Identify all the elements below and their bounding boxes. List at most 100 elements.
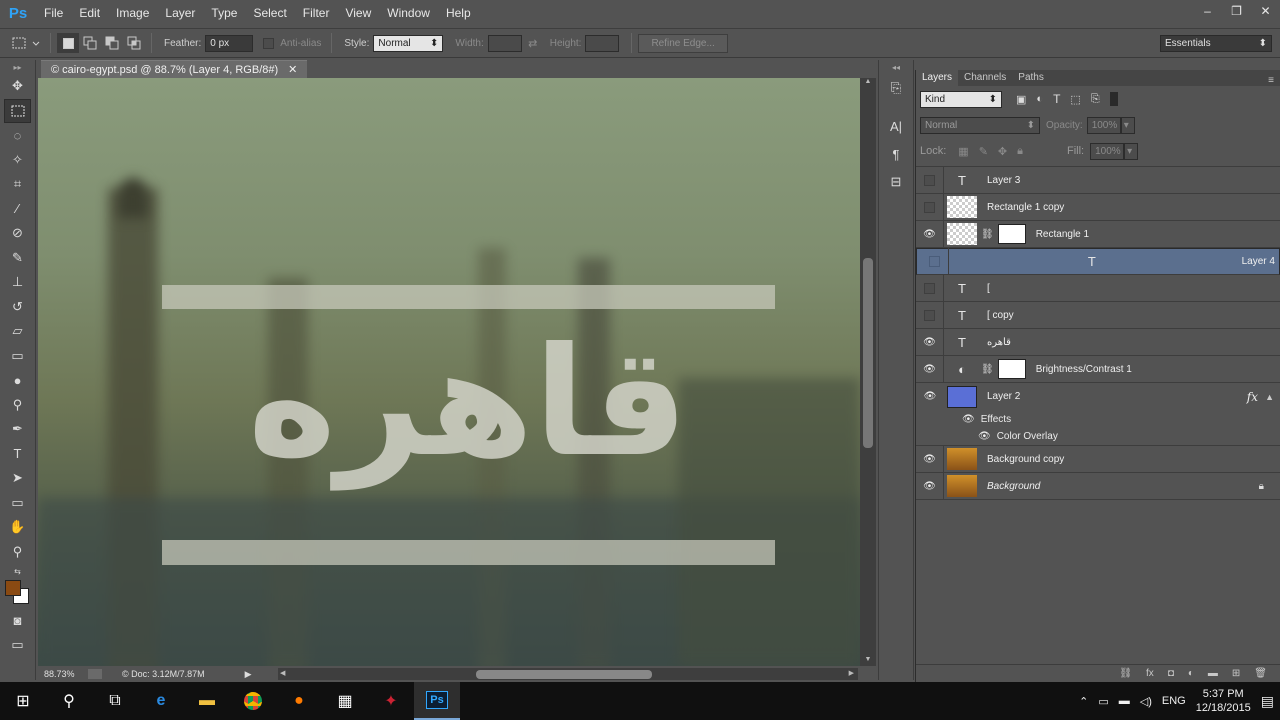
visibility-toggle[interactable]: 👁︎ (916, 220, 944, 248)
panel-menu-icon[interactable]: ≡ (1268, 75, 1274, 86)
photoshop-taskbar-icon[interactable]: Ps (414, 682, 460, 720)
intersect-selection-button[interactable] (123, 33, 145, 53)
zoom-tool-icon[interactable]: ⚲ (0, 540, 35, 565)
notifications-icon[interactable]: ▤ (1261, 693, 1274, 710)
layer-row[interactable]: Rectangle 1 copy (916, 193, 1280, 221)
menu-layer[interactable]: Layer (157, 0, 203, 26)
horizontal-scroll-thumb[interactable] (476, 670, 652, 679)
quick-mask-icon[interactable]: ◙ (0, 608, 35, 633)
horizontal-scrollbar[interactable]: ◀ ▶ (278, 668, 858, 680)
layer-row[interactable]: 👁︎ ⛓︎ Rectangle 1 (916, 220, 1280, 248)
style-select[interactable]: Normal ⬍ (373, 34, 444, 52)
file-explorer-icon[interactable]: ▬ (184, 682, 230, 720)
swap-colors-icon[interactable]: ⇆ (0, 564, 35, 578)
pixel-filter-icon[interactable]: ▣ (1016, 93, 1026, 106)
subtract-selection-button[interactable] (101, 33, 123, 53)
visibility-toggle[interactable]: 👁︎ (916, 328, 944, 356)
color-overlay-row[interactable]: 👁︎ Color Overlay (916, 428, 1280, 446)
search-icon[interactable]: ⚲ (46, 682, 92, 720)
visibility-toggle[interactable] (916, 166, 944, 194)
zoom-level[interactable]: 88.73% (44, 669, 88, 679)
mask-thumbnail[interactable] (997, 224, 1026, 244)
lock-icon[interactable]: 🔒︎ (1259, 481, 1264, 492)
expand-dock-icon[interactable]: ◂◂ (879, 60, 913, 74)
scroll-down-icon[interactable]: ▼ (860, 656, 876, 666)
type-filter-icon[interactable]: T (1053, 92, 1060, 106)
type-tool-icon[interactable]: T (0, 442, 35, 467)
vertical-scrollbar[interactable]: ▲ ▼ (860, 78, 876, 666)
collapse-effects-icon[interactable]: ▲ (1265, 392, 1274, 402)
filter-toggle[interactable] (1109, 92, 1118, 106)
blur-tool-icon[interactable]: ● (0, 368, 35, 393)
menu-file[interactable]: File (36, 0, 71, 26)
layer-row[interactable]: T Layer 3 (916, 166, 1280, 194)
edge-browser-icon[interactable]: e (138, 682, 184, 720)
firefox-icon[interactable]: ● (276, 682, 322, 720)
scroll-right-icon[interactable]: ▶ (849, 669, 854, 677)
visibility-toggle[interactable] (916, 301, 944, 329)
mask-thumbnail[interactable] (997, 359, 1026, 379)
link-layers-icon[interactable]: ⛓︎ (1119, 668, 1132, 679)
tab-paths[interactable]: Paths (1012, 70, 1050, 86)
add-selection-button[interactable] (79, 33, 101, 53)
status-menu-arrow-icon[interactable]: ▶ (245, 669, 252, 680)
adjustment-filter-icon[interactable]: ◐ (1036, 93, 1043, 105)
visibility-toggle[interactable]: 👁︎ (916, 472, 944, 500)
visibility-toggle[interactable]: 👁︎ (916, 445, 944, 473)
close-button[interactable]: ✕ (1251, 0, 1280, 22)
crop-tool-icon[interactable]: ⌗ (0, 172, 35, 197)
width-input[interactable] (487, 34, 522, 52)
clone-stamp-tool-icon[interactable]: ⊥ (0, 270, 35, 295)
marquee-tool-icon[interactable] (4, 98, 31, 123)
rectangle-tool-icon[interactable]: ▭ (0, 491, 35, 516)
visibility-toggle[interactable] (916, 274, 944, 302)
shape-filter-icon[interactable]: ⬚ (1070, 93, 1080, 106)
app-icon[interactable]: ✦ (368, 682, 414, 720)
new-layer-icon[interactable]: ⊞ (1232, 668, 1240, 679)
lock-pixels-icon[interactable]: ✎ (979, 145, 988, 158)
lock-transparent-icon[interactable]: ▦ (958, 145, 968, 158)
eraser-tool-icon[interactable]: ▱ (0, 319, 35, 344)
minimize-button[interactable]: – (1193, 0, 1222, 22)
visibility-toggle[interactable] (916, 193, 944, 221)
battery-icon[interactable]: ▭ (1098, 695, 1108, 708)
layer-row[interactable]: 👁︎ T قاهره (916, 328, 1280, 356)
fx-badge[interactable]: fx (1247, 390, 1258, 404)
scroll-left-icon[interactable]: ◀ (280, 669, 285, 677)
menu-image[interactable]: Image (108, 0, 157, 26)
opacity-dropdown-icon[interactable]: ▾ (1120, 116, 1135, 134)
path-selection-tool-icon[interactable]: ➤ (0, 466, 35, 491)
foreground-color-swatch[interactable] (5, 580, 21, 596)
document-canvas[interactable]: قاهره (38, 78, 860, 666)
new-selection-button[interactable] (57, 33, 79, 53)
visibility-toggle[interactable] (921, 248, 949, 275)
clock[interactable]: 5:37 PM 12/18/2015 (1196, 687, 1251, 715)
layer-row[interactable]: T [ copy (916, 301, 1280, 329)
tool-preset-picker[interactable] (8, 33, 44, 53)
close-tab-icon[interactable]: ✕ (288, 63, 297, 76)
workspace-select[interactable]: Essentials ⬍ (1160, 34, 1272, 52)
lock-all-icon[interactable]: 🔒︎ (1017, 145, 1023, 158)
fill-dropdown-icon[interactable]: ▾ (1124, 142, 1139, 160)
smart-object-filter-icon[interactable]: ⎘ (1091, 93, 1100, 106)
eyedropper-tool-icon[interactable]: ⁄ (0, 197, 35, 222)
add-mask-icon[interactable]: ◘ (1168, 668, 1174, 679)
menu-window[interactable]: Window (379, 0, 438, 26)
dodge-tool-icon[interactable]: ⚲ (0, 393, 35, 418)
character-panel-icon[interactable]: A| (879, 112, 913, 140)
scroll-up-icon[interactable]: ▲ (860, 78, 876, 88)
fill-input[interactable]: 100% (1090, 142, 1125, 160)
screen-mode-icon[interactable]: ▭ (0, 633, 35, 658)
network-icon[interactable]: ▬ (1119, 695, 1130, 707)
pen-tool-icon[interactable]: ✒ (0, 417, 35, 442)
height-input[interactable] (585, 34, 620, 52)
new-adjustment-icon[interactable]: ◐ (1188, 668, 1194, 679)
vertical-scroll-thumb[interactable] (863, 258, 873, 448)
layer-row[interactable]: 👁︎ Layer 2 fx ▲ (916, 383, 1280, 410)
language-indicator[interactable]: ENG (1162, 695, 1186, 707)
move-tool-icon[interactable]: ✥ (0, 74, 35, 99)
lasso-tool-icon[interactable]: ◌ (0, 123, 35, 148)
start-icon[interactable]: ⊞ (0, 682, 46, 720)
healing-brush-tool-icon[interactable]: ⊘ (0, 221, 35, 246)
collapse-toolbox-icon[interactable]: ▸▸ (0, 60, 35, 74)
